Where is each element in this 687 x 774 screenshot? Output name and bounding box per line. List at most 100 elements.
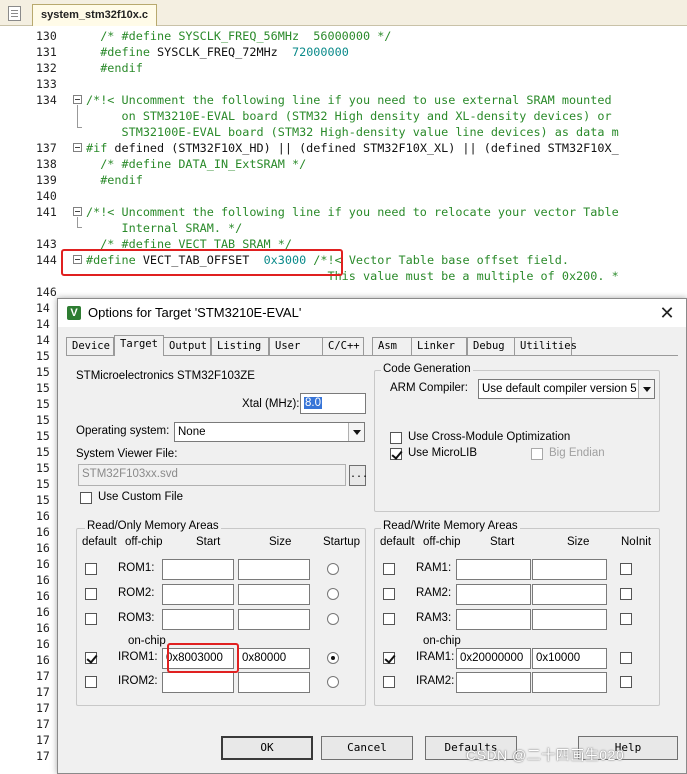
rom2-size-input[interactable] <box>238 584 310 605</box>
ram1-noinit-checkbox[interactable] <box>620 563 632 575</box>
rom1-start-input[interactable] <box>162 559 234 580</box>
file-tab[interactable]: system_stm32f10x.c <box>32 4 158 26</box>
fold-collapse-icon[interactable] <box>73 95 82 104</box>
line-number: 132 <box>36 61 57 75</box>
os-select[interactable]: None <box>174 422 365 442</box>
irom2-startup-radio[interactable] <box>327 676 339 688</box>
svd-input[interactable]: STM32F103xx.svd <box>78 464 346 486</box>
irom2-default-checkbox[interactable] <box>85 676 97 688</box>
iram2-label: IRAM2: <box>416 675 455 687</box>
iram1-default-checkbox[interactable] <box>383 652 395 664</box>
tab-listing[interactable]: Listing <box>211 337 269 355</box>
tab-linker[interactable]: Linker <box>411 337 467 355</box>
code-line: #if defined (STM32F10X_HD) || (defined S… <box>86 140 619 156</box>
fold-collapse-icon[interactable] <box>73 143 82 152</box>
code-line: /*!< Uncomment the following line if you… <box>86 204 619 220</box>
irom2-start-input[interactable] <box>162 672 234 693</box>
ro-memory-title: Read/Only Memory Areas <box>85 520 221 532</box>
irom1-startup-radio[interactable] <box>327 652 339 664</box>
rw-memory-title: Read/Write Memory Areas <box>381 520 520 532</box>
iram2-default-checkbox[interactable] <box>383 676 395 688</box>
rom2-label: ROM2: <box>118 587 155 599</box>
ram2-size-input[interactable] <box>532 584 607 605</box>
rw-onchip-label: on-chip <box>423 635 461 647</box>
code-line: /* #define SYSCLK_FREQ_56MHz 56000000 */ <box>86 28 391 44</box>
rom1-size-input[interactable] <box>238 559 310 580</box>
irom1-size-input[interactable]: 0x80000 <box>238 648 310 669</box>
big-endian-checkbox[interactable] <box>531 448 543 460</box>
code-token: #define <box>86 45 158 59</box>
cross-module-checkbox[interactable] <box>390 432 402 444</box>
tab-debug[interactable]: Debug <box>467 337 515 355</box>
xtal-input[interactable]: 8.0 <box>300 393 366 414</box>
code-line: #define SYSCLK_FREQ_72MHz 72000000 <box>86 44 349 60</box>
tab-target[interactable]: Target <box>114 335 164 356</box>
irom2-size-input[interactable] <box>238 672 310 693</box>
vect-tab-offset-highlight <box>61 249 343 276</box>
iram1-label: IRAM1: <box>416 651 455 663</box>
use-custom-file-checkbox[interactable] <box>80 492 92 504</box>
rom1-default-checkbox[interactable] <box>85 563 97 575</box>
use-custom-file-label: Use Custom File <box>98 491 183 503</box>
xtal-label: Xtal (MHz): <box>242 398 300 410</box>
tab-output[interactable]: Output <box>163 337 211 355</box>
ram2-noinit-checkbox[interactable] <box>620 588 632 600</box>
ro-header-startup: Startup <box>323 536 361 548</box>
close-icon[interactable]: ✕ <box>654 301 680 325</box>
code-token: SYSCLK_FREQ_72MHz <box>157 45 278 59</box>
svd-browse-button[interactable]: ... <box>349 465 368 486</box>
iram1-size-input[interactable]: 0x10000 <box>532 648 607 669</box>
rom2-startup-radio[interactable] <box>327 588 339 600</box>
ram3-default-checkbox[interactable] <box>383 613 395 625</box>
microlib-checkbox[interactable] <box>390 448 402 460</box>
iram1-noinit-checkbox[interactable] <box>620 652 632 664</box>
line-number: 139 <box>36 173 57 187</box>
options-dialog: V Options for Target 'STM3210E-EVAL' ✕ D… <box>57 298 687 774</box>
tab-utilities[interactable]: Utilities <box>514 337 577 355</box>
ram3-noinit-checkbox[interactable] <box>620 613 632 625</box>
code-token: on STM3210E-EVAL board (STM32 High densi… <box>86 109 612 123</box>
iram2-start-input[interactable] <box>456 672 531 693</box>
fold-collapse-icon[interactable] <box>73 207 82 216</box>
rom2-default-checkbox[interactable] <box>85 588 97 600</box>
device-name: STMicroelectronics STM32F103ZE <box>76 370 255 382</box>
tab-device[interactable]: Device <box>66 337 114 355</box>
rom3-startup-radio[interactable] <box>327 613 339 625</box>
tab-user[interactable]: User <box>269 337 323 355</box>
ro-header-size: Size <box>269 536 292 548</box>
iram2-noinit-checkbox[interactable] <box>620 676 632 688</box>
tab-c-c-[interactable]: C/C++ <box>322 337 364 355</box>
code-line: Internal SRAM. */ <box>86 220 243 236</box>
ok-button[interactable]: OK <box>221 736 313 760</box>
arm-compiler-select[interactable]: Use default compiler version 5 <box>478 379 655 399</box>
ram1-start-input[interactable] <box>456 559 531 580</box>
code-token: /* #define SYSCLK_FREQ_56MHz 56000000 */ <box>86 29 392 43</box>
ram2-default-checkbox[interactable] <box>383 588 395 600</box>
ram1-size-input[interactable] <box>532 559 607 580</box>
irom1-start-highlight <box>167 643 239 673</box>
ram3-size-input[interactable] <box>532 609 607 630</box>
code-token: #if <box>86 141 115 155</box>
fold-line <box>77 217 78 227</box>
iram2-size-input[interactable] <box>532 672 607 693</box>
ram3-start-input[interactable] <box>456 609 531 630</box>
rom1-label: ROM1: <box>118 562 155 574</box>
rom3-size-input[interactable] <box>238 609 310 630</box>
code-token: 72000000 <box>277 45 349 59</box>
rom2-start-input[interactable] <box>162 584 234 605</box>
cancel-button[interactable]: Cancel <box>321 736 413 760</box>
irom1-label: IROM1: <box>118 651 158 663</box>
rw-header-noinit: NoInit <box>621 536 652 548</box>
tab-asm[interactable]: Asm <box>372 337 412 355</box>
rom1-startup-radio[interactable] <box>327 563 339 575</box>
line-number: 138 <box>36 157 57 171</box>
xtal-value: 8.0 <box>304 397 322 409</box>
rom3-start-input[interactable] <box>162 609 234 630</box>
ram1-default-checkbox[interactable] <box>383 563 395 575</box>
rom3-default-checkbox[interactable] <box>85 613 97 625</box>
iram1-start-input[interactable]: 0x20000000 <box>456 648 531 669</box>
code-token: Internal SRAM. */ <box>86 221 243 235</box>
ram2-start-input[interactable] <box>456 584 531 605</box>
irom1-default-checkbox[interactable] <box>85 652 97 664</box>
document-icon <box>8 6 21 21</box>
